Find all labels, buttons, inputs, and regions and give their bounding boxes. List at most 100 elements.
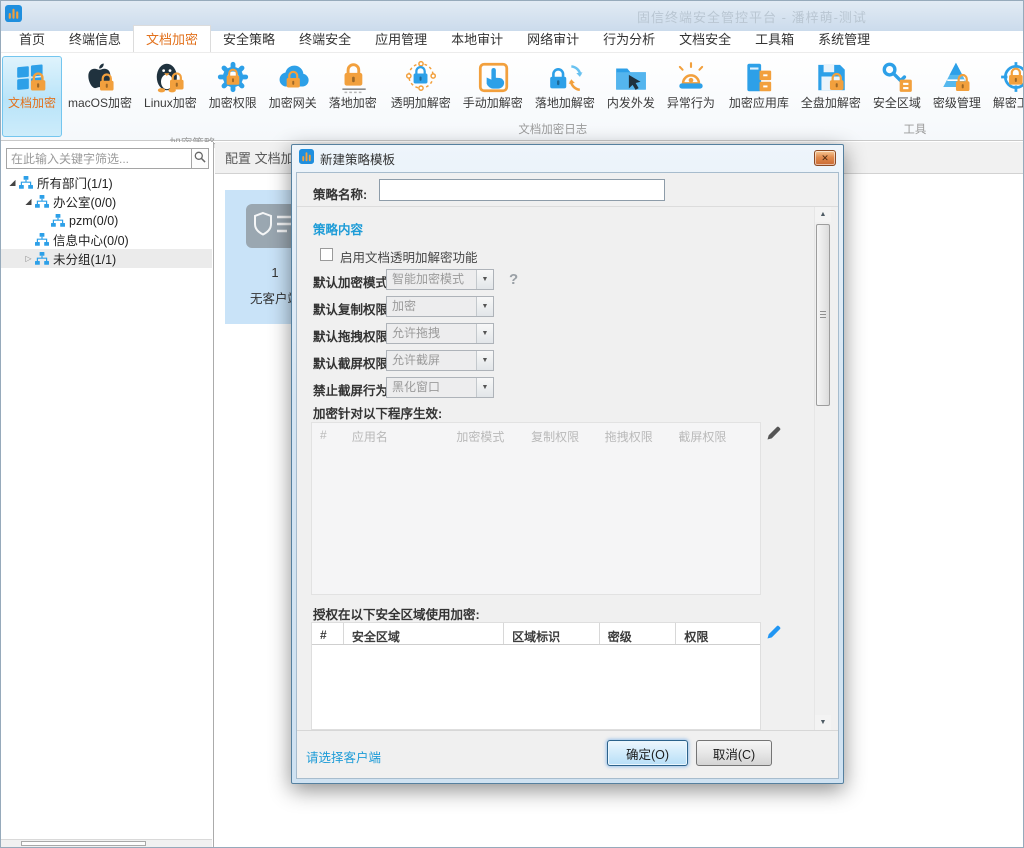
ribbon-item-full-disk[interactable]: 全盘加解密 [795,56,867,113]
menu-tab-9[interactable]: 行为分析 [591,26,667,52]
dialog-titlebar[interactable]: 新建策略模板 ✕ [292,145,843,172]
dropdown-label: 默认截屏权限 [313,353,388,372]
enable-transparent-checkbox[interactable] [320,248,333,261]
ribbon-item-label: 文档加密 [8,96,56,110]
dropdown-value: 允许截屏 [392,351,440,370]
hscroll-thumb[interactable] [21,841,146,846]
ribbon-item-folder-send[interactable]: 内发外发 [601,56,661,113]
menu-tab-5[interactable]: 终端安全 [287,26,363,52]
help-icon[interactable]: ? [509,271,518,288]
select-client-link[interactable]: 请选择客户端 [306,747,381,766]
program-table-caption: 加密针对以下程序生效: [313,403,442,422]
dialog-scrollbar[interactable]: ▲ ▼ [814,207,831,730]
dropdown-value: 智能加密模式 [392,270,464,289]
tree-node-4[interactable]: 信息中心(0/0) [1,230,212,249]
edit-zones-icon[interactable] [766,625,781,640]
ribbon-item-label: 加密权限 [209,96,257,110]
close-icon[interactable]: ✕ [814,150,836,166]
menu-tab-12[interactable]: 系统管理 [806,26,882,52]
collapse-icon[interactable]: ◢ [6,178,19,187]
menu-tab-4[interactable]: 安全策略 [211,26,287,52]
collapse-icon[interactable]: ◢ [22,197,35,206]
ribbon-item-decrypt-target[interactable]: 解密工具 [987,56,1024,113]
chevron-down-icon[interactable]: ▼ [476,324,493,343]
ribbon-group-3: 加密应用库全盘加解密安全区域密级管理解密工具加密参数工具 [723,54,1024,140]
level-pyramid-icon [939,59,975,95]
menu-tab-8[interactable]: 网络审计 [515,26,591,52]
chevron-down-icon[interactable]: ▼ [476,351,493,370]
tree-node-2[interactable]: ◢办公室(0/0) [1,192,212,211]
menu-tab-10[interactable]: 文档安全 [667,26,743,52]
ribbon-item-label: macOS加密 [68,96,132,110]
column-header: # [312,623,344,644]
zone-table-header: #安全区域区域标识密级权限 [312,623,760,645]
ribbon-item-windows-lock[interactable]: 文档加密 [2,56,62,137]
dropdown-select[interactable]: 加密 ▼ [386,296,494,317]
ribbon-item-landing-codec[interactable]: 落地加解密 [529,56,601,113]
ribbon-item-alarm[interactable]: 异常行为 [661,56,721,113]
dropdown-select[interactable]: 智能加密模式 ▼ [386,269,494,290]
ribbon-item-gear-lock[interactable]: 加密权限 [203,56,263,113]
cancel-button[interactable]: 取消(C) [696,740,772,766]
ribbon-item-transparent-codec[interactable]: 透明加解密 [385,56,457,113]
tree-node-1[interactable]: ◢所有部门(1/1) [1,173,212,192]
search-button[interactable] [192,148,209,169]
dropdown-row-1: 默认加密模式智能加密模式▼? [297,269,838,290]
menu-tab-1[interactable]: 首页 [7,26,57,52]
ribbon-item-manual-codec[interactable]: 手动加解密 [457,56,529,113]
scrollbar-thumb[interactable] [816,224,830,406]
policy-name-label: 策略名称: [313,184,367,203]
menu-tab-6[interactable]: 应用管理 [363,26,439,52]
dropdown-select[interactable]: 允许拖拽▼ [386,323,494,344]
dropdown-select[interactable]: 黑化窗口 ▼ [386,377,494,398]
ribbon-item-label: 加密网关 [269,96,317,110]
department-icon [51,214,65,227]
dialog-footer: 请选择客户端 确定(O) 取消(C) [297,730,838,778]
dialog-body: 策略名称: 策略内容 启用文档透明加解密功能 默认加密模式智能加密模式▼?默认复… [296,172,839,779]
ribbon-item-apple-lock[interactable]: macOS加密 [62,56,138,113]
column-header: 加密模式 [448,423,523,447]
edit-programs-icon[interactable] [766,426,781,441]
ribbon-item-linux-lock[interactable]: Linux加密 [138,56,203,113]
ribbon-item-label: Linux加密 [144,96,197,110]
menu-tab-11[interactable]: 工具箱 [743,26,806,52]
ribbon-item-label: 透明加解密 [391,96,451,110]
policy-name-input[interactable] [379,179,665,201]
ribbon-item-label: 内发外发 [607,96,655,110]
chevron-down-icon[interactable]: ▼ [476,270,493,289]
ribbon-item-label: 全盘加解密 [801,96,861,110]
column-header: 截屏权限 [670,423,760,447]
chevron-down-icon[interactable]: ▼ [476,297,493,316]
dialog-scroll-region: 策略内容 启用文档透明加解密功能 默认加密模式智能加密模式▼?默认复制权限加密▼… [297,207,838,730]
column-header: 拖拽权限 [597,423,671,447]
ribbon-group-1: 文档加密macOS加密Linux加密加密权限加密网关落地加密加密策略 [2,54,383,140]
column-header: 区域标识 [504,623,600,644]
ribbon-item-level-pyramid[interactable]: 密级管理 [927,56,987,113]
ribbon-item-ground-lock[interactable]: 落地加密 [323,56,383,113]
sidebar: ◢所有部门(1/1)◢办公室(0/0)pzm(0/0)信息中心(0/0)▷未分组… [1,142,214,847]
search-input[interactable] [6,148,192,169]
ribbon-item-app-library[interactable]: 加密应用库 [723,56,795,113]
ok-button[interactable]: 确定(O) [607,740,688,766]
menu-tab-7[interactable]: 本地审计 [439,26,515,52]
dialog-title: 新建策略模板 [320,149,395,168]
dropdown-select[interactable]: 允许截屏 ▼ [386,350,494,371]
program-table-header: #应用名加密模式复制权限拖拽权限截屏权限 [312,423,760,447]
manual-codec-icon [475,59,511,95]
tree-node-5[interactable]: ▷未分组(1/1) [1,249,212,268]
ribbon-group-label: 工具 [723,123,1024,140]
gear-lock-icon [215,59,251,95]
department-icon [35,233,49,246]
dropdown-value: 加密 [392,297,416,316]
expand-icon[interactable]: ▷ [22,254,35,263]
dropdown-value: 黑化窗口 [392,378,440,397]
scroll-up-icon[interactable]: ▲ [815,207,831,222]
chevron-down-icon[interactable]: ▼ [476,378,493,397]
tree-node-3[interactable]: pzm(0/0) [1,211,212,230]
menu-tab-2[interactable]: 终端信息 [57,26,133,52]
scroll-down-icon[interactable]: ▼ [815,715,831,730]
ribbon-item-cloud-lock[interactable]: 加密网关 [263,56,323,113]
ribbon-item-key-zone[interactable]: 安全区域 [867,56,927,113]
menu-tab-3[interactable]: 文档加密 [133,25,211,52]
sidebar-hscrollbar[interactable] [1,839,212,847]
